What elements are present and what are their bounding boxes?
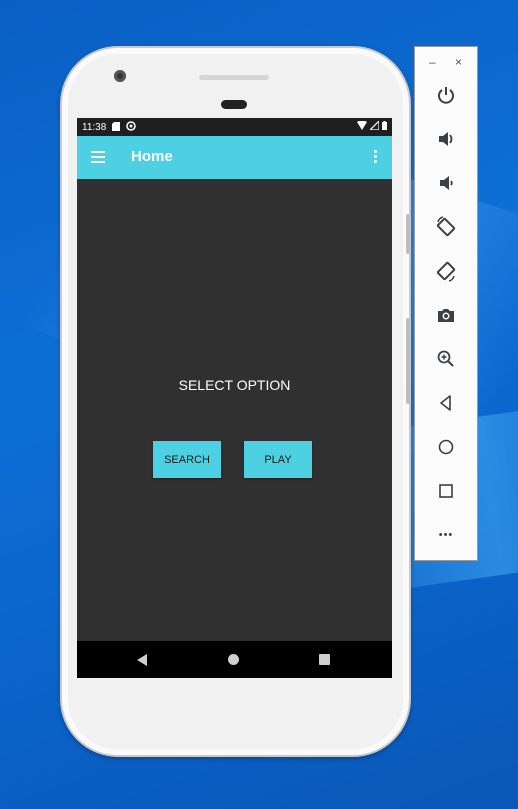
front-camera: [114, 70, 126, 82]
more-icon[interactable]: •••: [426, 515, 466, 555]
zoom-icon[interactable]: [426, 339, 466, 379]
main-content: SELECT OPTION SEARCH PLAY: [77, 179, 392, 641]
volume-up-icon[interactable]: [426, 119, 466, 159]
rotate-right-icon[interactable]: [426, 251, 466, 291]
top-speaker-grille: [199, 75, 269, 80]
select-option-label: SELECT OPTION: [178, 377, 291, 393]
navigation-bar: [77, 641, 392, 678]
overflow-menu-icon[interactable]: [374, 150, 378, 164]
wifi-icon: [357, 120, 367, 133]
signal-icon: [368, 119, 380, 133]
menu-icon[interactable]: [91, 151, 105, 163]
power-icon[interactable]: [426, 75, 466, 115]
back-icon[interactable]: [426, 383, 466, 423]
play-button[interactable]: PLAY: [244, 441, 312, 478]
search-button[interactable]: SEARCH: [153, 441, 221, 478]
phone-screen: 11:38 Home SELECT OPTION SEARCH PLAY: [77, 118, 392, 678]
earpiece: [221, 100, 247, 109]
close-button[interactable]: ×: [455, 55, 462, 69]
home-icon[interactable]: [426, 427, 466, 467]
nav-back-icon[interactable]: [137, 654, 147, 666]
app-bar: Home: [77, 136, 392, 179]
volume-side-button: [406, 318, 410, 404]
status-time: 11:38: [82, 121, 107, 133]
status-bar: 11:38: [77, 118, 392, 136]
minimize-button[interactable]: –: [429, 55, 436, 69]
battery-icon: [382, 121, 387, 133]
nav-recents-icon[interactable]: [319, 654, 330, 665]
power-side-button: [406, 214, 410, 254]
overview-icon[interactable]: [426, 471, 466, 511]
notification-icon: [126, 121, 137, 133]
app-title: Home: [131, 148, 173, 165]
volume-down-icon[interactable]: [426, 163, 466, 203]
camera-icon[interactable]: [426, 295, 466, 335]
rotate-left-icon[interactable]: [426, 207, 466, 247]
phone-device-frame: 11:38 Home SELECT OPTION SEARCH PLAY: [60, 46, 411, 757]
nav-home-icon[interactable]: [228, 654, 239, 665]
emulator-toolbar: – × •••: [414, 46, 478, 561]
sd-card-icon: [112, 121, 121, 133]
